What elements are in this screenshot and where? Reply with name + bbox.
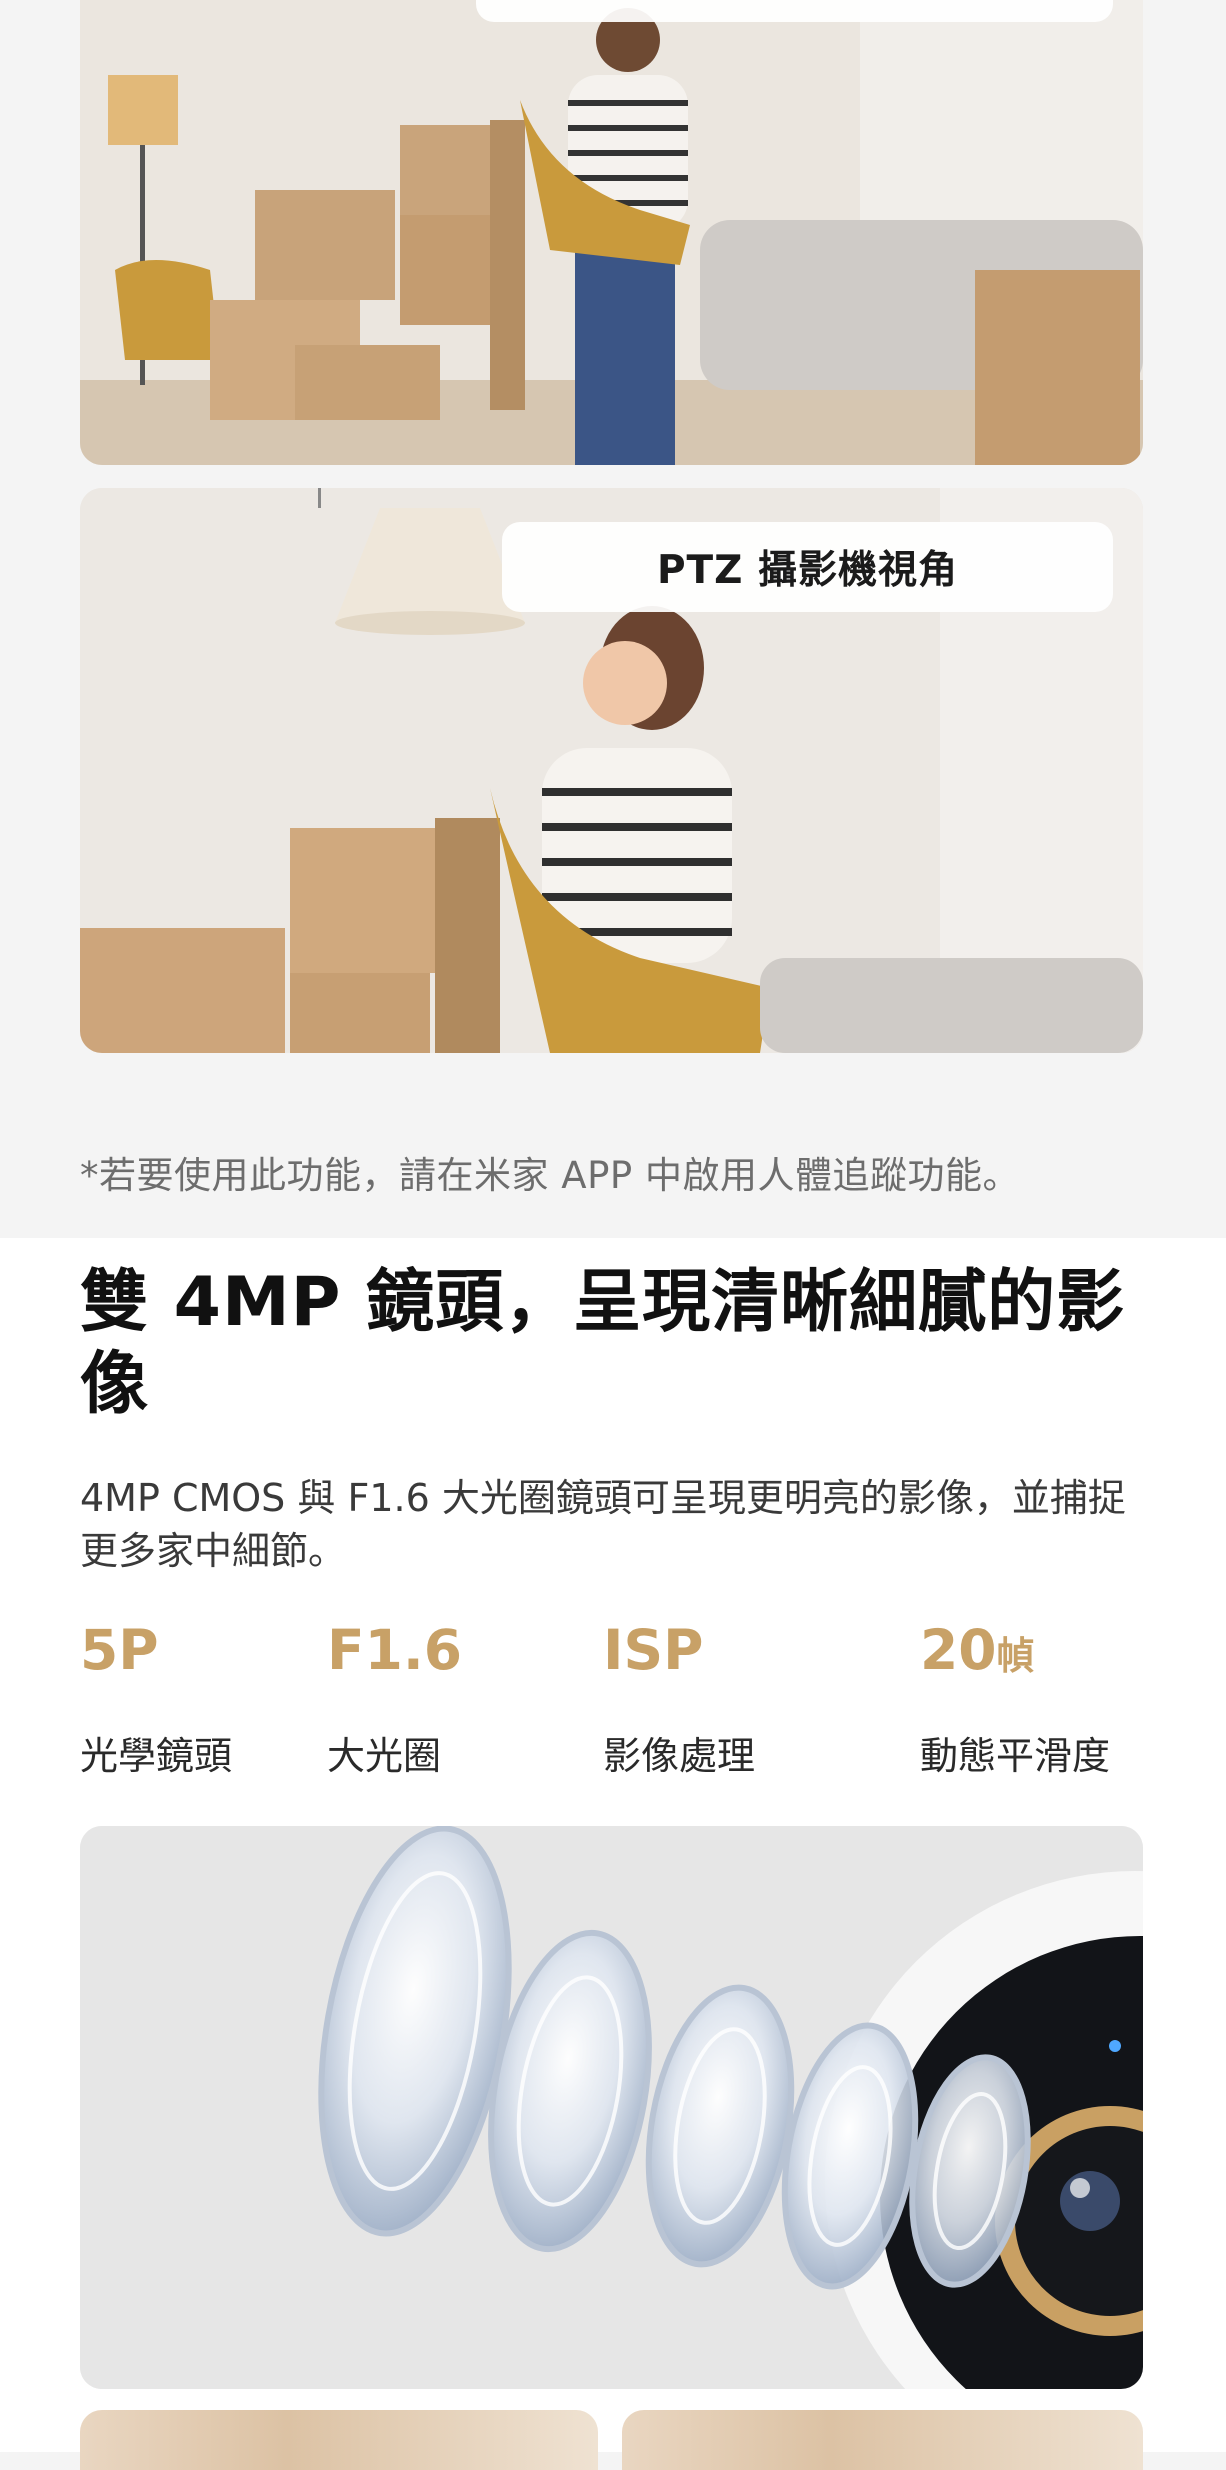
stat-value: F1.6 [327,1618,463,1682]
stat-value: 20幀 [920,1618,1035,1682]
stat-frame-rate: 20幀 動態平滑度 [920,1615,1110,1778]
lens-stack-image [80,1826,1143,2389]
room-scene-illustration [80,0,1143,465]
stat-label: 大光圈 [327,1734,442,1778]
lens-elements-illustration [80,1826,1143,2389]
ptz-camera-view-photo: PTZ 攝影機視角 [80,488,1143,1053]
next-image-thumbnail-left [80,2410,598,2470]
stat-value: ISP [603,1618,704,1682]
stat-aperture: F1.6 大光圈 [327,1615,463,1778]
next-image-thumbnail-right [622,2410,1143,2470]
wide-angle-view-photo [80,0,1143,465]
stat-optical-lens: 5P 光學鏡頭 [80,1615,232,1778]
top-view-label-chip [476,0,1113,22]
ptz-view-label: PTZ 攝影機視角 [502,522,1113,612]
stat-value: 5P [80,1618,159,1682]
stat-label: 影像處理 [603,1734,756,1778]
feature-description: 4MP CMOS 與 F1.6 大光圈鏡頭可呈現更明亮的影像，並捕捉更多家中細節… [80,1476,1126,1573]
stat-image-processing: ISP 影像處理 [603,1615,755,1778]
stat-label: 光學鏡頭 [80,1734,233,1778]
stat-label: 動態平滑度 [920,1734,1111,1778]
stat-unit: 幀 [996,1634,1035,1678]
human-tracking-footnote: *若要使用此功能，請在米家 APP 中啟用人體追蹤功能。 [80,1154,1020,1197]
feature-title: 雙 4MP 鏡頭，呈現清晰細膩的影像 [80,1263,1126,1424]
